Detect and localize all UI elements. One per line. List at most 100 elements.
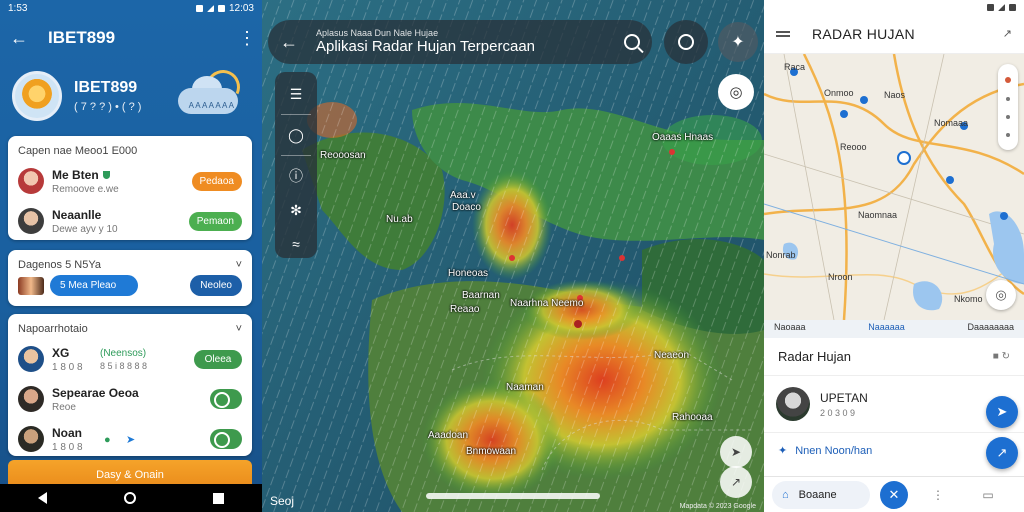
map-label: Raca <box>784 62 806 72</box>
gps-icon: ◎ <box>729 84 743 101</box>
search-button[interactable] <box>664 20 708 64</box>
card-title: Dagenos 5 N5Ya ˅ <box>18 259 242 271</box>
back-arrow-icon[interactable]: ← <box>10 28 40 49</box>
map-label: Baarnan <box>462 290 500 301</box>
profile-header: IBET899 ( 7 ? ? ) • ( ? ) A A A A A A A <box>0 60 262 132</box>
avatar <box>18 168 44 194</box>
avatar <box>776 387 810 421</box>
profile-sub: ( 7 ? ? ) • ( ? ) <box>74 101 142 113</box>
map-label: Nroon <box>828 272 853 282</box>
collapse-icon: ˅ <box>235 323 242 335</box>
search-subtitle: Aplasus Naaa Dun Nale Hujae <box>316 27 439 38</box>
map-label: Nkomo <box>954 294 983 304</box>
navigate-fab[interactable]: ➤ <box>986 396 1018 428</box>
map-label: Onmoo <box>824 88 854 98</box>
row-sub: 1 8 0 8 <box>52 441 83 453</box>
info-icon[interactable]: ⓘ <box>282 162 310 190</box>
list-item[interactable]: Noan 1 8 0 8 ● ➤ <box>8 419 252 459</box>
map-label: Naos <box>884 90 906 100</box>
link-row[interactable]: ✦ Nnen Noon/han <box>764 432 1024 468</box>
map-label: Neaeon <box>654 350 690 361</box>
tools-icon: ✕ <box>888 486 900 502</box>
navigation-button[interactable]: ➤ <box>720 436 752 468</box>
row-action-button[interactable]: Pemaon <box>188 211 242 231</box>
list-item[interactable]: Neaanlle Dewe ayv y 10 Pemaon <box>8 201 252 241</box>
more-vert-icon[interactable]: ⋮ <box>238 28 256 49</box>
user-sub: 2 0 3 0 9 <box>820 407 856 418</box>
drop-icon[interactable]: ◯ <box>282 121 310 149</box>
alarm-icon <box>195 4 203 12</box>
dot-icon[interactable] <box>1006 133 1010 137</box>
home-nav-pill[interactable]: ⌂ Boaane <box>772 480 870 509</box>
nav-home-icon[interactable] <box>123 492 136 504</box>
nav-recents-icon[interactable] <box>212 492 224 504</box>
map-credit: Mapdata © 2023 Google <box>679 503 756 510</box>
map-label: Naomnaa <box>858 210 898 220</box>
menu-icon[interactable] <box>776 29 790 39</box>
list-item[interactable]: Sepearae Oeoa Reoe <box>8 379 252 419</box>
map-label: Aaa.v <box>450 190 476 201</box>
compass-button[interactable]: ✦ <box>718 22 758 62</box>
profile-name: IBET899 <box>74 79 138 96</box>
people-icon[interactable]: ⋮ <box>918 488 958 502</box>
tab-2[interactable]: Naaaaaa <box>868 322 905 336</box>
map-tabs: Naoaaa Naaaaaa Daaaaaaaa <box>764 320 1024 338</box>
toggle-switch[interactable] <box>210 429 242 449</box>
nav-back-icon[interactable] <box>38 492 48 504</box>
sheet-drag-handle[interactable] <box>426 493 600 499</box>
list-item[interactable]: XG 1 8 0 8 (Neensos) 8 5 i 8 8 8 8 Oleea <box>8 339 252 379</box>
row-sub: Remoove e.we <box>52 183 119 195</box>
user-row[interactable]: UPETAN 2 0 3 0 9 <box>764 376 1024 432</box>
map-label: Reaao <box>450 304 480 315</box>
map-label: Nu.ab <box>386 214 413 225</box>
right-app-panel: RADAR HUJAN ↗ Raca Onmoo Naos Nomaaa Reo… <box>764 0 1024 512</box>
map-label: Bnmowaan <box>466 446 517 457</box>
radar-nav-button[interactable]: ✕ <box>880 480 908 509</box>
map-tools: ☰ ◯ ⓘ ✻ ≈ <box>275 72 317 258</box>
map-label: Nonrab <box>766 250 796 260</box>
layers-icon[interactable]: ☰ <box>282 80 310 108</box>
send-icon: ➤ <box>996 404 1008 419</box>
map-attribution: Seoj <box>270 494 295 508</box>
map-icon[interactable]: ▭ <box>968 488 1008 502</box>
my-location-button[interactable]: ◎ <box>986 280 1016 310</box>
profile-avatar[interactable] <box>12 71 62 121</box>
tab-1[interactable]: Naoaaa <box>774 322 806 336</box>
card-title: Napoarrhotaio ˅ <box>18 323 242 335</box>
secondary-chip[interactable]: Neoleo <box>190 275 242 296</box>
wind-icon[interactable]: ✻ <box>282 196 310 224</box>
row-action-button[interactable]: Oleea <box>194 349 242 369</box>
row-name: Noan <box>52 425 82 440</box>
dot-icon[interactable] <box>1006 115 1010 119</box>
street-map[interactable]: Raca Onmoo Naos Nomaaa Reooo Naomnaa Non… <box>764 54 1024 320</box>
location-button[interactable]: ◎ <box>718 74 754 110</box>
sheet-actions[interactable]: ■ ↻ <box>993 351 1010 362</box>
route-fab[interactable]: ↗ <box>986 437 1018 469</box>
back-arrow-icon[interactable]: ← <box>280 32 316 53</box>
toggle-switch[interactable] <box>210 389 242 409</box>
thumbnail <box>18 276 44 295</box>
search-icon[interactable] <box>624 34 640 50</box>
map-label: Oaaas Hnaas <box>652 132 714 143</box>
arrow-icon: ➤ <box>125 433 136 446</box>
left-app-panel: 1:53 12:03 ← IBET899 ⋮ IBET899 ( 7 ? ? )… <box>0 0 262 512</box>
list-item[interactable]: Me Bten Remoove e.we Pedaoa <box>8 161 252 201</box>
pin-icon[interactable] <box>1005 77 1011 83</box>
shield-icon <box>102 171 110 180</box>
dot-icon[interactable] <box>1006 97 1010 101</box>
app-bar: ← IBET899 ⋮ <box>0 16 262 60</box>
battery-icon <box>1009 3 1016 11</box>
row-icons: ● ➤ <box>104 433 210 446</box>
row-name: XG <box>52 345 70 360</box>
thermometer-icon[interactable]: ≈ <box>282 230 310 258</box>
share-icon[interactable]: ↗ <box>1003 27 1012 40</box>
radar-map[interactable] <box>262 0 764 512</box>
tab-3[interactable]: Daaaaaaaa <box>967 322 1014 336</box>
signal-icon <box>206 4 214 12</box>
search-bar[interactable]: ← Aplasus Naaa Dun Nale Hujae Aplikasi R… <box>268 20 652 64</box>
primary-chip[interactable]: 5 Mea Pleao <box>50 275 139 296</box>
collapse-icon: ˅ <box>235 259 242 271</box>
route-button[interactable]: ↗ <box>720 466 752 498</box>
row-status: (Neensos) <box>100 347 147 359</box>
row-action-button[interactable]: Pedaoa <box>191 171 242 191</box>
